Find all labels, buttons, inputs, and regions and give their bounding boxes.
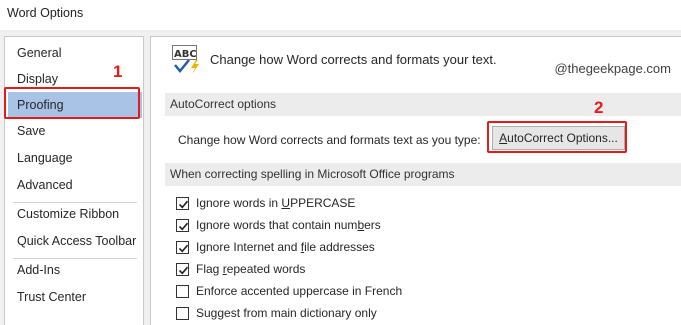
watermark: @thegeekpage.com bbox=[554, 61, 671, 76]
checkbox-label: Ignore words that contain numbers bbox=[196, 218, 381, 232]
abc-spellcheck-icon: ABC bbox=[172, 45, 202, 75]
nav-item-quick-access-toolbar[interactable]: Quick Access Toolbar bbox=[8, 228, 142, 254]
checkbox-label: Ignore words in UPPERCASE bbox=[196, 196, 356, 210]
step-number-1: 1 bbox=[113, 62, 123, 81]
title-bar: Word Options bbox=[0, 0, 681, 30]
checkbox[interactable] bbox=[176, 263, 189, 276]
checkbox[interactable] bbox=[176, 241, 189, 254]
spelling-section-header: When correcting spelling in Microsoft Of… bbox=[165, 163, 681, 186]
nav-item-trust-center[interactable]: Trust Center bbox=[8, 284, 142, 310]
checkbox-label: Ignore Internet and file addresses bbox=[196, 240, 375, 254]
nav-item-add-ins[interactable]: Add-Ins bbox=[8, 257, 142, 283]
highlight-box-autocorrect-button bbox=[487, 121, 627, 153]
options-nav: General Display Proofing Save Language A… bbox=[4, 36, 144, 325]
window-title: Word Options bbox=[7, 6, 84, 20]
nav-item-save[interactable]: Save bbox=[8, 118, 142, 144]
proofing-panel: ABC Change how Word corrects and formats… bbox=[150, 36, 681, 325]
checkbox-label: Flag repeated words bbox=[196, 262, 306, 276]
step-number-2: 2 bbox=[594, 98, 604, 117]
autocorrect-section-header: AutoCorrect options bbox=[165, 93, 681, 116]
checkbox[interactable] bbox=[176, 197, 189, 210]
panel-header-text: Change how Word corrects and formats you… bbox=[210, 52, 497, 67]
checkbox-label: Enforce accented uppercase in French bbox=[196, 284, 403, 298]
autocorrect-description: Change how Word corrects and formats tex… bbox=[178, 133, 481, 147]
nav-item-customize-ribbon[interactable]: Customize Ribbon bbox=[8, 201, 142, 227]
nav-item-language[interactable]: Language bbox=[8, 145, 142, 171]
checkbox[interactable] bbox=[176, 307, 189, 320]
checkbox-label: Suggest from main dictionary only bbox=[196, 306, 377, 320]
highlight-box-proofing bbox=[4, 87, 140, 119]
checkbox[interactable] bbox=[176, 219, 189, 232]
svg-text:ABC: ABC bbox=[174, 49, 197, 60]
checkbox[interactable] bbox=[176, 285, 189, 298]
nav-item-advanced[interactable]: Advanced bbox=[8, 172, 142, 198]
